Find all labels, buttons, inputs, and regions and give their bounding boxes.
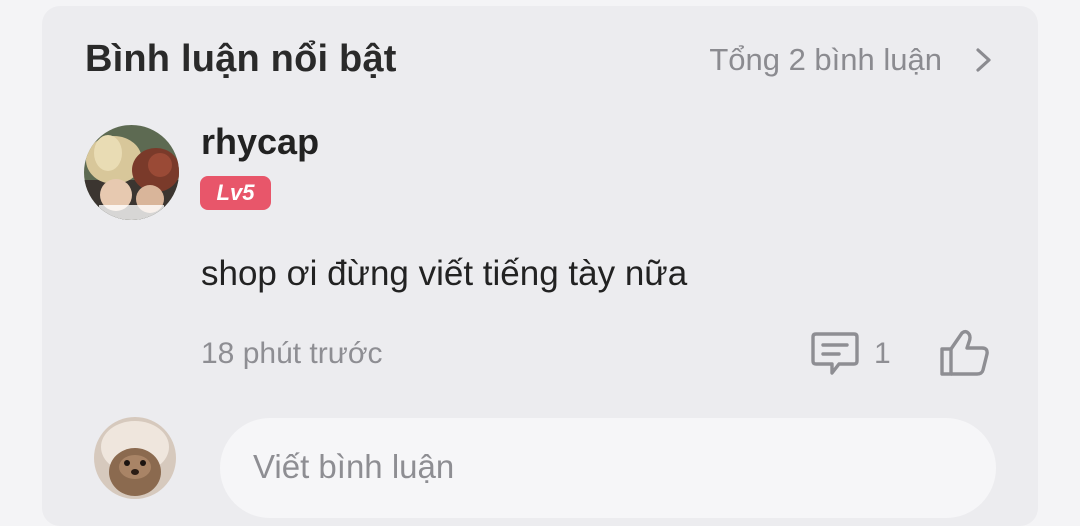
reply-button[interactable]: 1 — [810, 330, 891, 378]
current-user-avatar — [94, 417, 176, 499]
comment-icon — [811, 332, 859, 375]
commenter-avatar[interactable] — [84, 125, 179, 220]
commenter-username[interactable]: rhycap — [201, 121, 319, 163]
reply-count: 1 — [874, 337, 891, 370]
comment-timestamp: 18 phút trước — [201, 337, 383, 370]
comment-input[interactable]: Viết bình luận — [220, 418, 996, 518]
like-button[interactable] — [938, 328, 992, 383]
total-comments-label: Tổng 2 bình luận — [709, 42, 942, 77]
section-title: Bình luận nổi bật — [85, 38, 397, 80]
comment-input-placeholder: Viết bình luận — [253, 448, 455, 485]
thumbs-up-icon — [940, 330, 989, 376]
level-badge: Lv5 — [200, 176, 271, 210]
chevron-right-icon — [976, 48, 991, 72]
comment-body: shop ơi đừng viết tiếng tày nữa — [201, 254, 688, 293]
view-all-comments-link[interactable]: Tổng 2 bình luận — [709, 42, 996, 78]
